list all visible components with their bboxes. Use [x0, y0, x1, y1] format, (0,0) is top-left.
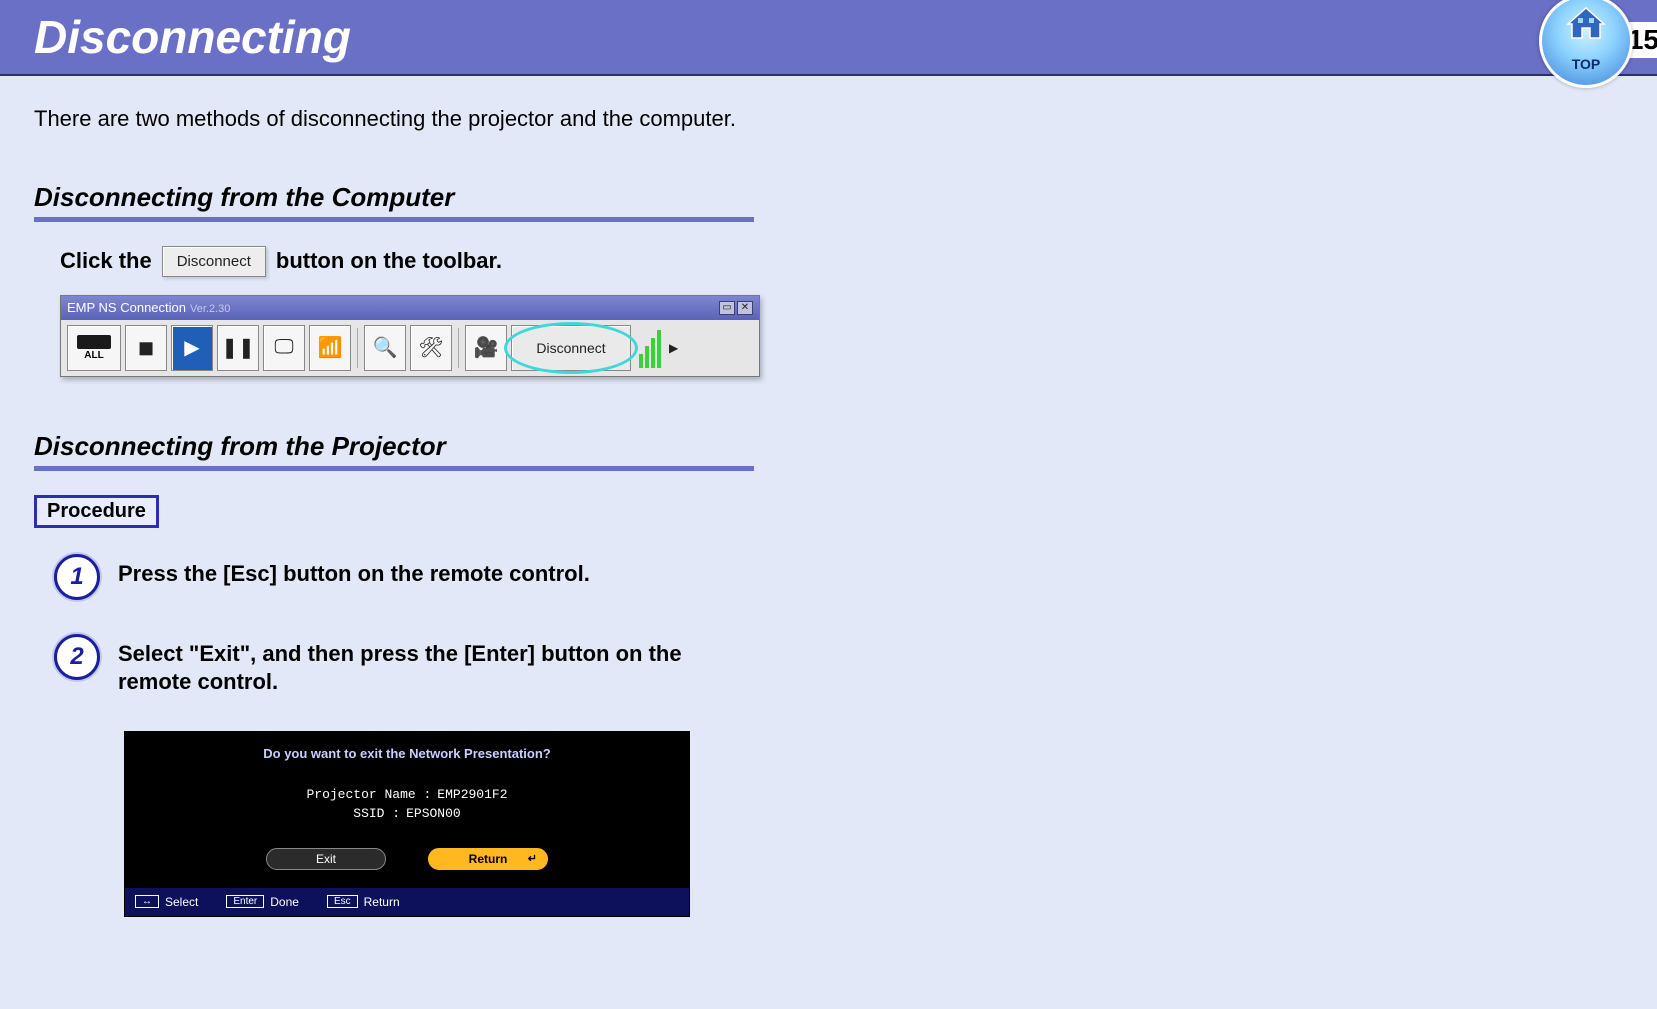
toolbar-presentation-button: 🖵: [263, 325, 305, 371]
top-button[interactable]: TOP: [1539, 0, 1633, 88]
osd-key-select: ↔: [135, 895, 159, 908]
procedure-label: Procedure: [34, 495, 159, 528]
osd-exit-button: Exit: [266, 848, 386, 870]
osd-question: Do you want to exit the Network Presenta…: [125, 746, 689, 761]
stop-icon: ◼: [138, 335, 155, 360]
toolbar-settings-button: 🛠: [410, 325, 452, 371]
toolbar-options-button: 📶: [309, 325, 351, 371]
osd-return-button: Return: [428, 848, 548, 870]
toolbar-play-button: ▶: [171, 325, 213, 371]
osd-ssid-label: SSID :: [353, 804, 400, 824]
osd-key-return: Esc: [327, 895, 358, 908]
section-heading-projector: Disconnecting from the Projector: [34, 431, 754, 471]
header-bar: Disconnecting TOP 15: [0, 0, 1657, 76]
osd-proj-name-value: EMP2901F2: [437, 785, 507, 805]
toolbar-screenshot: EMP NS Connection Ver.2.30 ▭ ✕ ALL ◼ ▶ ❚…: [60, 295, 760, 377]
step-bullet-1: 1: [54, 554, 100, 600]
intro-text: There are two methods of disconnecting t…: [34, 104, 746, 134]
toolbar-video-button: 🎥: [465, 325, 507, 371]
step-1: 1 Press the [Esc] button on the remote c…: [54, 554, 746, 600]
home-icon: TOP: [1539, 0, 1633, 88]
video-icon: 🎥: [474, 335, 499, 360]
separator: [458, 328, 459, 368]
minimize-icon: ▭: [719, 301, 735, 315]
toolbar-pause-button: ❚❚: [217, 325, 259, 371]
close-icon: ✕: [737, 301, 753, 315]
osd-footer-select: Select: [165, 895, 198, 909]
wrench-icon: 🛠: [418, 335, 443, 360]
options-icon: 📶: [318, 335, 343, 360]
click-instruction: Click the Disconnect button on the toolb…: [60, 246, 746, 277]
click-post: button on the toolbar.: [276, 248, 502, 274]
toolbar-more-arrow: ▶: [669, 341, 681, 355]
toolbar-titlebar: EMP NS Connection Ver.2.30 ▭ ✕: [61, 296, 759, 320]
disconnect-button-inline: Disconnect: [162, 246, 266, 277]
toolbar-row: ALL ◼ ▶ ❚❚ 🖵 📶 🔍 🛠 🎥 Disconnect ▶: [61, 320, 759, 376]
pause-icon: ❚❚: [221, 335, 255, 360]
osd-key-done: Enter: [226, 895, 264, 908]
osd-info: Projector Name : EMP2901F2 SSID : EPSON0…: [125, 785, 689, 824]
toolbar-all-button: ALL: [67, 325, 121, 371]
play-icon: ▶: [184, 335, 199, 360]
click-pre: Click the: [60, 248, 152, 274]
separator: [357, 328, 358, 368]
toolbar-all-label: ALL: [84, 350, 103, 361]
osd-footer-return: Return: [364, 895, 400, 909]
projector-osd-screenshot: Do you want to exit the Network Presenta…: [124, 731, 690, 917]
top-label: TOP: [1572, 56, 1601, 72]
step-1-text: Press the [Esc] button on the remote con…: [118, 554, 590, 589]
osd-ssid-value: EPSON00: [406, 804, 461, 824]
toolbar-title: EMP NS Connection: [67, 300, 186, 315]
osd-footer: ↔ Select Enter Done Esc Return: [125, 888, 689, 916]
toolbar-disconnect-label: Disconnect: [536, 340, 605, 356]
signal-bars-icon: [639, 328, 661, 368]
osd-proj-name-label: Projector Name :: [306, 785, 431, 805]
projector-icon: [77, 335, 111, 349]
osd-buttons: Exit Return: [125, 848, 689, 870]
toolbar-stop-button: ◼: [125, 325, 167, 371]
content-body: There are two methods of disconnecting t…: [0, 76, 780, 945]
section-heading-computer: Disconnecting from the Computer: [34, 182, 754, 222]
toolbar-disconnect-button: Disconnect: [511, 325, 631, 371]
step-2: 2 Select "Exit", and then press the [Ent…: [54, 634, 746, 697]
page-title: Disconnecting: [34, 10, 351, 64]
search-icon: 🔍: [373, 335, 398, 360]
osd-body: Do you want to exit the Network Presenta…: [125, 732, 689, 888]
step-bullet-2: 2: [54, 634, 100, 680]
step-2-text: Select "Exit", and then press the [Enter…: [118, 634, 718, 697]
presentation-icon: 🖵: [274, 336, 293, 359]
toolbar-search-button: 🔍: [364, 325, 406, 371]
toolbar-version: Ver.2.30: [190, 303, 230, 315]
osd-footer-done: Done: [270, 895, 299, 909]
